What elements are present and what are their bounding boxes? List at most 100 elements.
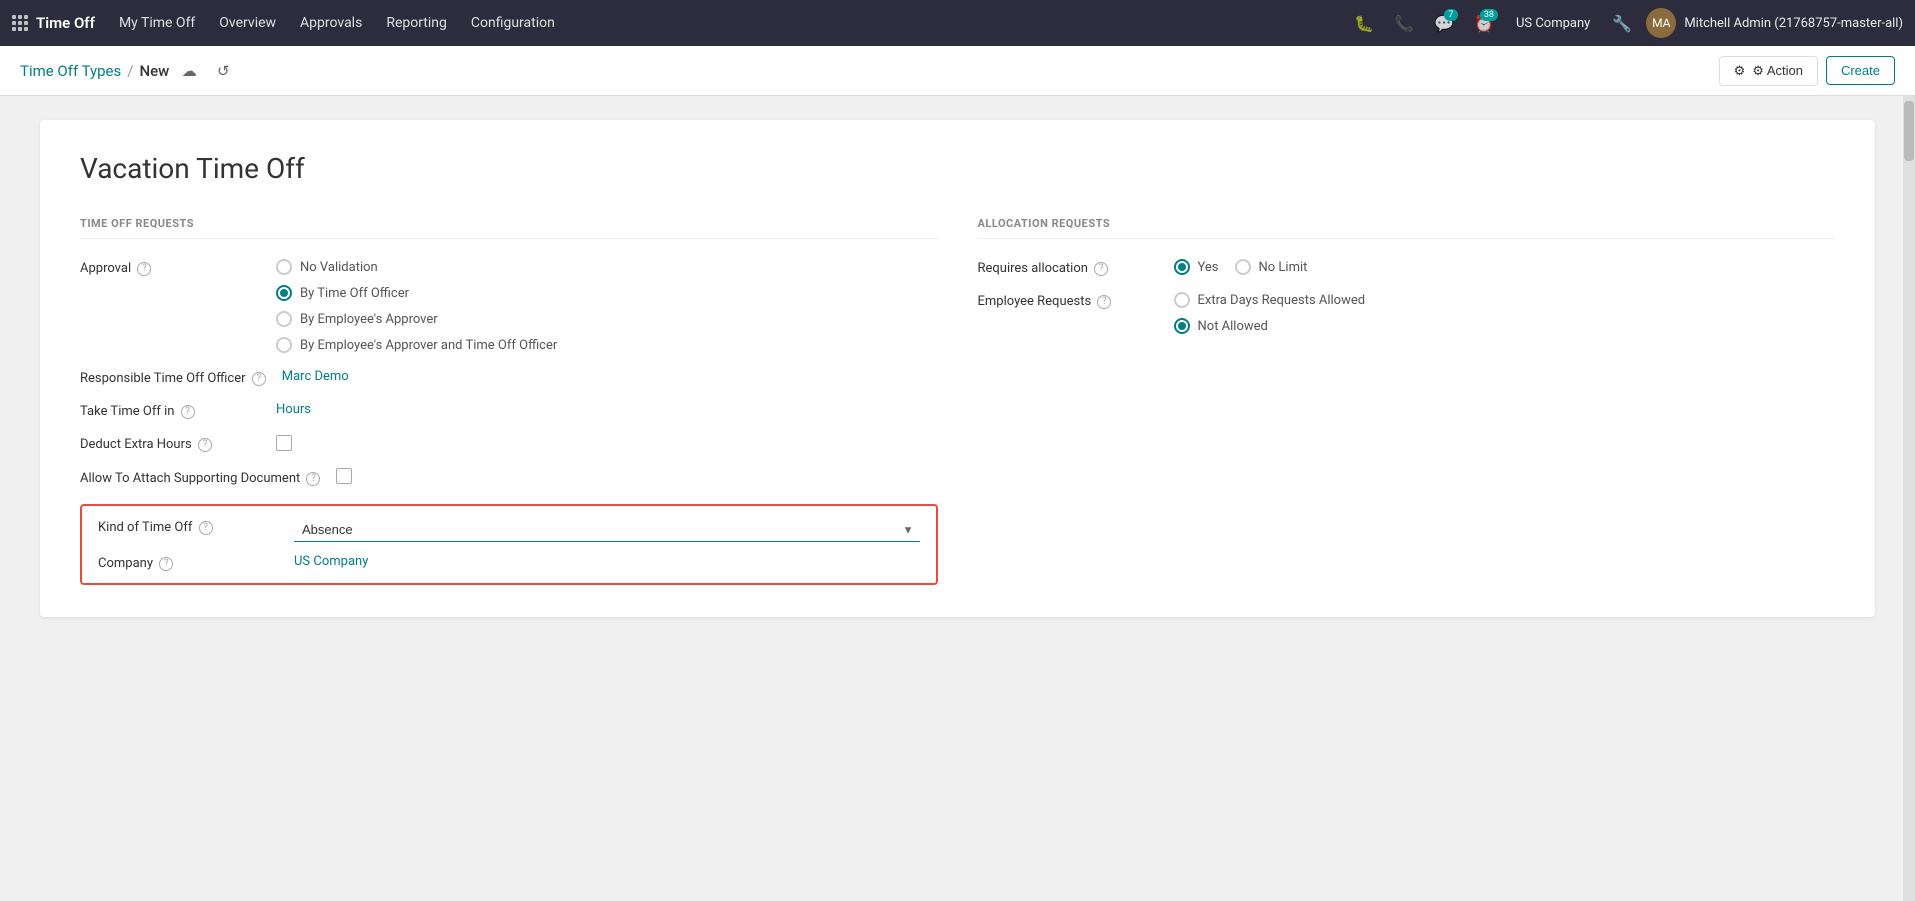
breadcrumb-separator: / <box>127 62 133 80</box>
approval-by-both[interactable]: By Employee's Approver and Time Off Offi… <box>276 337 938 353</box>
bug-icon[interactable]: 🐛 <box>1348 7 1380 39</box>
deduct-extra-hours-help-icon[interactable]: ? <box>198 438 212 452</box>
employee-requests-extra-days[interactable]: Extra Days Requests Allowed <box>1174 292 1836 308</box>
record-title: Vacation Time Off <box>80 152 1835 185</box>
radio-by-officer-circle <box>276 285 292 301</box>
requires-allocation-options: Yes No Limit <box>1174 259 1836 275</box>
app-brand[interactable]: Time Off <box>12 14 95 32</box>
radio-requires-yes-circle <box>1174 259 1190 275</box>
allow-attach-help-icon[interactable]: ? <box>306 472 320 486</box>
time-off-requests-section: TIME OFF REQUESTS Approval ? No Validati… <box>80 217 938 585</box>
kind-of-time-off-help-icon[interactable]: ? <box>199 521 213 535</box>
radio-by-both-circle <box>276 337 292 353</box>
company-label: Company ? <box>98 554 278 571</box>
take-time-off-in-row: Take Time Off in ? Hours <box>80 402 938 419</box>
employee-requests-not-allowed[interactable]: Not Allowed <box>1174 318 1836 334</box>
top-navigation: Time Off My Time Off Overview Approvals … <box>0 0 1915 46</box>
radio-by-emp-approver-circle <box>276 311 292 327</box>
breadcrumb-bar: Time Off Types / New ☁ ↺ ⚙ ⚙ Action Crea… <box>0 46 1915 96</box>
employee-requests-label: Employee Requests ? <box>978 292 1158 309</box>
company-help-icon[interactable]: ? <box>159 557 173 571</box>
allow-attach-checkbox[interactable] <box>336 468 352 484</box>
phone-icon[interactable]: 📞 <box>1388 7 1420 39</box>
employee-requests-radio-group: Extra Days Requests Allowed Not Allowed <box>1174 292 1836 334</box>
deduct-extra-hours-row: Deduct Extra Hours ? <box>80 435 938 452</box>
employee-requests-help-icon[interactable]: ? <box>1097 295 1111 309</box>
radio-no-validation-circle <box>276 259 292 275</box>
take-time-off-in-value[interactable]: Hours <box>276 402 938 417</box>
deduct-extra-hours-value <box>276 435 938 451</box>
breadcrumb-current: New <box>139 62 169 80</box>
responsible-officer-row: Responsible Time Off Officer ? Marc Demo <box>80 369 938 386</box>
take-time-off-in-label: Take Time Off in ? <box>80 402 260 419</box>
radio-not-allowed-circle <box>1174 318 1190 334</box>
take-time-off-in-help-icon[interactable]: ? <box>181 405 195 419</box>
breadcrumb: Time Off Types / New ☁ ↺ <box>20 57 237 85</box>
action-label: ⚙ Action <box>1752 63 1803 79</box>
requires-allocation-help-icon[interactable]: ? <box>1094 262 1108 276</box>
allocation-requests-title: ALLOCATION REQUESTS <box>978 217 1836 239</box>
deduct-extra-hours-checkbox[interactable] <box>276 435 292 451</box>
approval-row: Approval ? No Validation <box>80 259 938 353</box>
gear-icon: ⚙ <box>1734 63 1746 79</box>
responsible-officer-label: Responsible Time Off Officer ? <box>80 369 266 386</box>
scrollbar[interactable] <box>1903 96 1915 901</box>
allow-attach-value <box>336 468 937 484</box>
highlighted-section: Kind of Time Off ? Absence Other ▼ <box>80 504 938 585</box>
allow-attach-row: Allow To Attach Supporting Document ? <box>80 468 938 488</box>
kind-of-time-off-select[interactable]: Absence Other <box>294 518 920 542</box>
approval-no-validation[interactable]: No Validation <box>276 259 938 275</box>
kind-of-time-off-dropdown[interactable]: Absence Other ▼ <box>294 518 920 542</box>
apps-grid-icon[interactable] <box>12 15 28 31</box>
allow-attach-label: Allow To Attach Supporting Document ? <box>80 468 320 488</box>
radio-extra-days-circle <box>1174 292 1190 308</box>
scrollbar-thumb[interactable] <box>1904 101 1914 161</box>
company-row: Company ? US Company <box>98 554 920 571</box>
approval-label: Approval ? <box>80 259 260 276</box>
nav-right-area: 🐛 📞 💬 7 ⏰ 38 US Company 🔧 MA Mitchell Ad… <box>1348 7 1903 39</box>
company-selector[interactable]: US Company <box>1508 16 1598 31</box>
company-value[interactable]: US Company <box>294 554 920 569</box>
radio-not-allowed-inner <box>1178 322 1186 330</box>
radio-no-limit-circle <box>1235 259 1251 275</box>
nav-approvals[interactable]: Approvals <box>290 0 372 46</box>
radio-by-officer-inner <box>280 289 288 297</box>
responsible-officer-value[interactable]: Marc Demo <box>282 369 938 384</box>
clock-badge: 38 <box>1480 9 1498 21</box>
approval-by-officer[interactable]: By Time Off Officer <box>276 285 938 301</box>
cloud-save-icon[interactable]: ☁ <box>175 57 203 85</box>
chat-badge: 7 <box>1444 9 1458 21</box>
main-area: Vacation Time Off TIME OFF REQUESTS Appr… <box>0 96 1915 901</box>
requires-allocation-no-limit[interactable]: No Limit <box>1235 259 1308 275</box>
nav-reporting[interactable]: Reporting <box>376 0 457 46</box>
clock-icon[interactable]: ⏰ 38 <box>1468 7 1500 39</box>
requires-allocation-row: Requires allocation ? Yes <box>978 259 1836 276</box>
breadcrumb-parent[interactable]: Time Off Types <box>20 62 121 80</box>
nav-configuration[interactable]: Configuration <box>461 0 565 46</box>
time-off-requests-title: TIME OFF REQUESTS <box>80 217 938 239</box>
form-sections: TIME OFF REQUESTS Approval ? No Validati… <box>80 217 1835 585</box>
kind-of-time-off-select-wrap: Absence Other ▼ <box>294 518 920 542</box>
approval-by-employee-approver[interactable]: By Employee's Approver <box>276 311 938 327</box>
approval-help-icon[interactable]: ? <box>137 262 151 276</box>
user-name[interactable]: Mitchell Admin (21768757-master-all) <box>1684 16 1903 31</box>
allocation-requests-section: ALLOCATION REQUESTS Requires allocation … <box>978 217 1836 585</box>
action-button[interactable]: ⚙ ⚙ Action <box>1719 56 1818 86</box>
employee-requests-row: Employee Requests ? Extra Days Requests … <box>978 292 1836 334</box>
responsible-officer-help-icon[interactable]: ? <box>252 372 266 386</box>
requires-allocation-radio-group: Yes No Limit <box>1174 259 1836 275</box>
radio-requires-yes-inner <box>1178 263 1186 271</box>
kind-of-time-off-label: Kind of Time Off ? <box>98 518 278 535</box>
settings-icon[interactable]: 🔧 <box>1606 7 1638 39</box>
requires-allocation-yes[interactable]: Yes <box>1174 259 1219 275</box>
nav-overview[interactable]: Overview <box>209 0 286 46</box>
chat-icon[interactable]: 💬 7 <box>1428 7 1460 39</box>
refresh-icon[interactable]: ↺ <box>209 57 237 85</box>
requires-allocation-label: Requires allocation ? <box>978 259 1158 276</box>
avatar[interactable]: MA <box>1646 8 1676 38</box>
approval-radio-group: No Validation By Time Off Officer By E <box>276 259 938 353</box>
nav-my-time-off[interactable]: My Time Off <box>109 0 205 46</box>
create-button[interactable]: Create <box>1826 56 1895 85</box>
form-card: Vacation Time Off TIME OFF REQUESTS Appr… <box>40 120 1875 617</box>
deduct-extra-hours-label: Deduct Extra Hours ? <box>80 435 260 452</box>
